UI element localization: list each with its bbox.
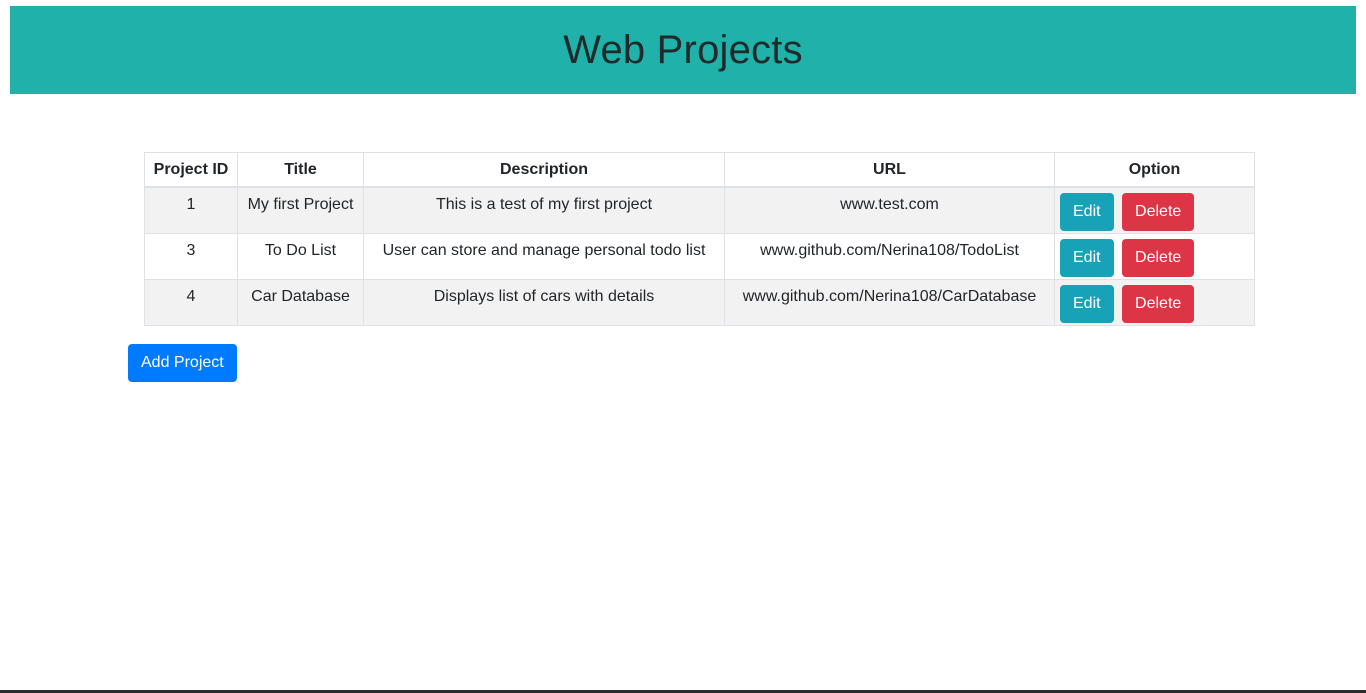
project-description-cell: User can store and manage personal todo … <box>363 232 725 280</box>
column-header-option: Option <box>1054 152 1255 188</box>
column-header-title: Title <box>237 152 364 188</box>
add-project-button[interactable]: Add Project <box>128 344 237 382</box>
project-title-cell: Car Database <box>237 278 364 326</box>
edit-button[interactable]: Edit <box>1060 284 1114 323</box>
project-url-cell: www.github.com/Nerina108/TodoList <box>724 232 1055 280</box>
edit-button[interactable]: Edit <box>1060 193 1114 231</box>
project-title-cell: My first Project <box>237 186 364 234</box>
project-id-cell: 1 <box>144 186 238 234</box>
delete-button[interactable]: Delete <box>1122 193 1195 231</box>
project-url-cell: www.test.com <box>724 186 1055 234</box>
project-url-cell: www.github.com/Nerina108/CarDatabase <box>724 278 1055 326</box>
project-id-cell: 4 <box>144 278 238 326</box>
project-title-cell: To Do List <box>237 232 364 280</box>
column-header-url: URL <box>724 152 1055 188</box>
table-row: 1 My first Project This is a test of my … <box>144 186 1255 234</box>
column-header-project-id: Project ID <box>144 152 238 188</box>
table-row: 4 Car Database Displays list of cars wit… <box>144 278 1255 326</box>
project-option-cell: Edit Delete <box>1054 278 1255 326</box>
column-header-description: Description <box>363 152 725 188</box>
table-header-row: Project ID Title Description URL Option <box>144 152 1255 188</box>
page-title: Web Projects <box>563 27 803 72</box>
project-id-cell: 3 <box>144 232 238 280</box>
page-header: Web Projects <box>10 6 1356 94</box>
project-option-cell: Edit Delete <box>1054 232 1255 280</box>
projects-table: Project ID Title Description URL Option … <box>144 152 1255 326</box>
edit-button[interactable]: Edit <box>1060 238 1114 277</box>
delete-button[interactable]: Delete <box>1122 238 1195 277</box>
projects-table-container: Project ID Title Description URL Option … <box>144 152 1255 326</box>
project-option-cell: Edit Delete <box>1054 186 1255 234</box>
page: Web Projects Project ID Title Descriptio… <box>0 0 1366 693</box>
project-description-cell: Displays list of cars with details <box>363 278 725 326</box>
delete-button[interactable]: Delete <box>1122 284 1195 323</box>
project-description-cell: This is a test of my first project <box>363 186 725 234</box>
table-row: 3 To Do List User can store and manage p… <box>144 232 1255 280</box>
